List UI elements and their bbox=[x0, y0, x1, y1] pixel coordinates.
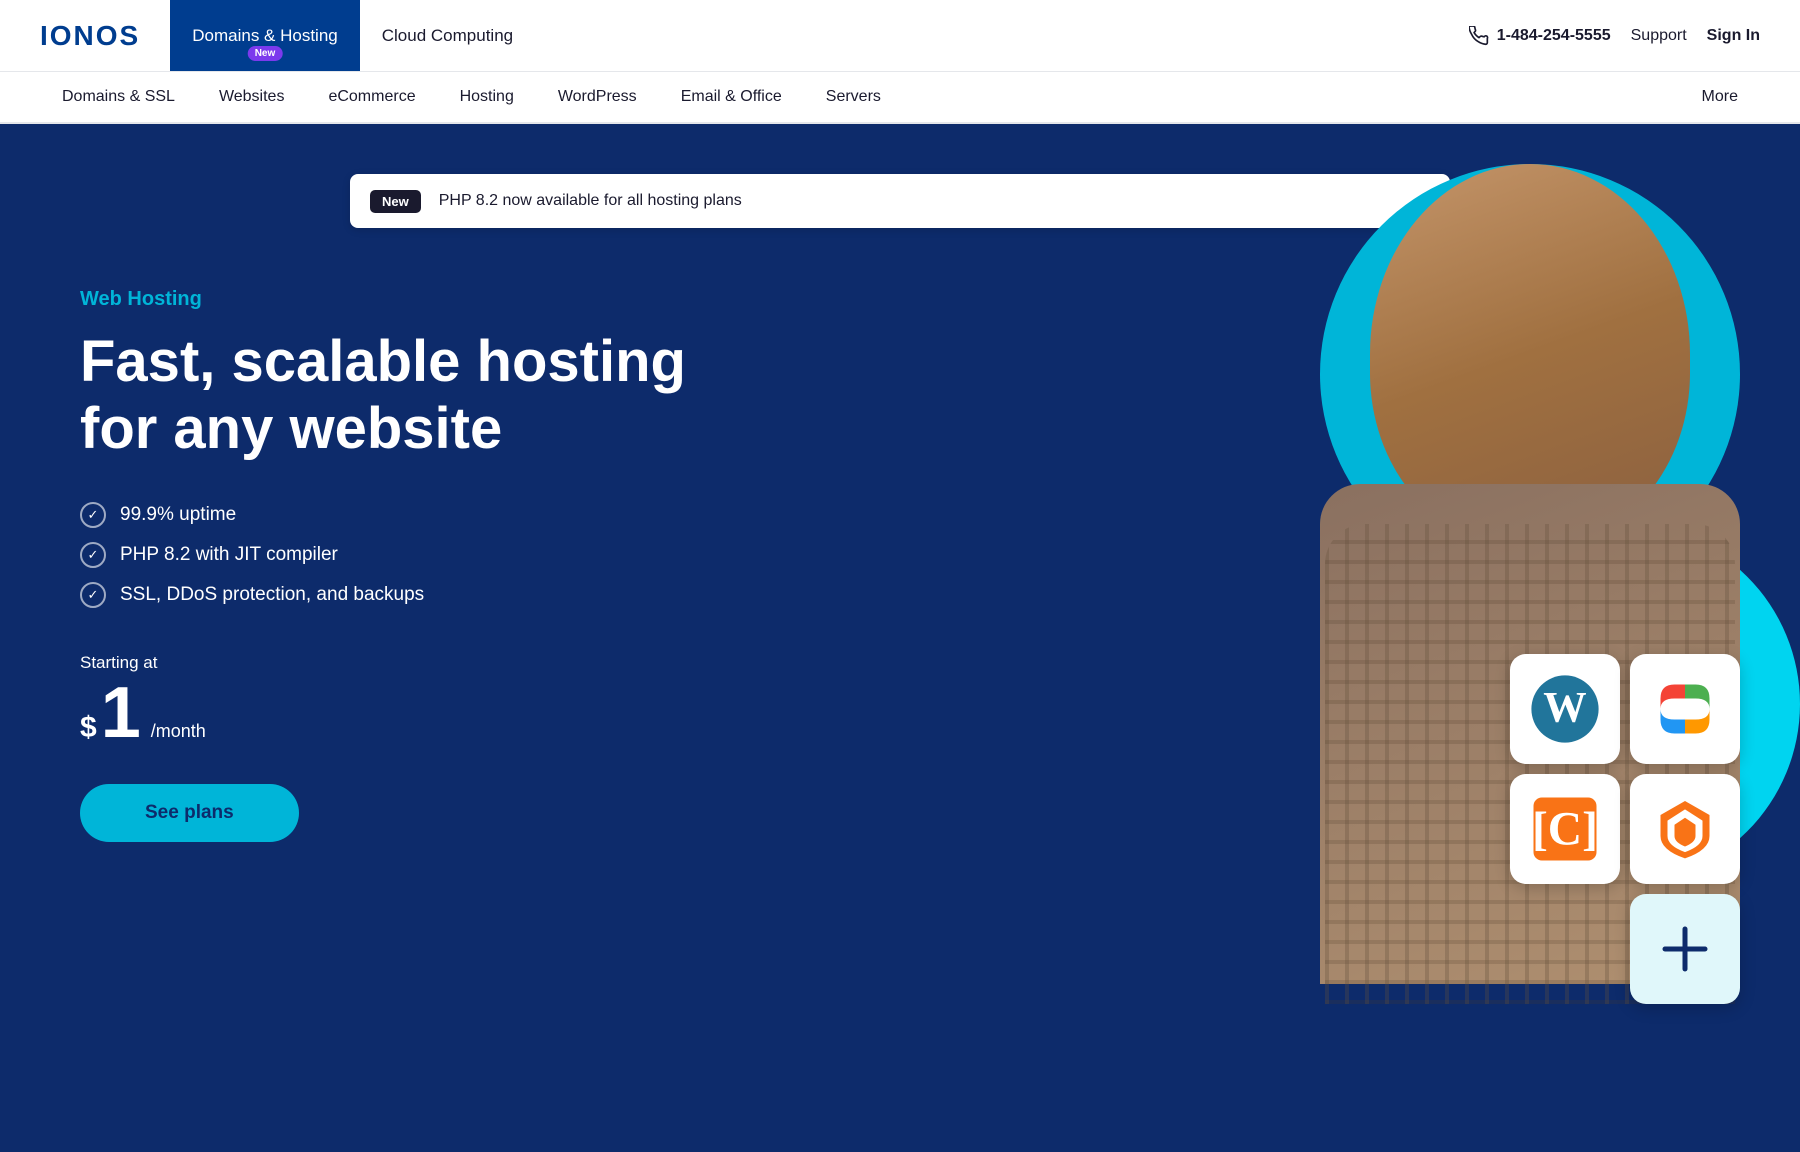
plus-icon-card bbox=[1630, 894, 1740, 1004]
nav-more[interactable]: More bbox=[1680, 72, 1760, 122]
hero-left-content: Web Hosting Fast, scalable hosting for a… bbox=[80, 288, 730, 842]
phone-icon bbox=[1469, 26, 1489, 46]
nav-item-domains-hosting[interactable]: Domains & Hosting New bbox=[170, 0, 360, 71]
typo3-icon-card bbox=[1630, 774, 1740, 884]
nav-item-cloud-computing-label: Cloud Computing bbox=[382, 26, 513, 46]
signin-button[interactable]: Sign In bbox=[1707, 27, 1760, 45]
nav-servers[interactable]: Servers bbox=[804, 72, 903, 122]
joomla-icon bbox=[1650, 674, 1720, 744]
wordpress-icon-card: W bbox=[1510, 654, 1620, 764]
hero-title: Fast, scalable hosting for any website bbox=[80, 329, 730, 462]
price-row: $ 1 /month bbox=[80, 677, 730, 749]
feature-item-ssl: ✓ SSL, DDoS protection, and backups bbox=[80, 582, 730, 608]
plus-icon bbox=[1660, 924, 1710, 974]
feature-text-uptime: 99.9% uptime bbox=[120, 504, 236, 526]
svg-text:[C]: [C] bbox=[1532, 803, 1598, 855]
hero-section: New PHP 8.2 now available for all hostin… bbox=[0, 124, 1800, 1064]
check-icon-ssl: ✓ bbox=[80, 582, 106, 608]
cms-icon-card: [C] bbox=[1510, 774, 1620, 884]
nav-new-badge: New bbox=[248, 46, 283, 61]
feature-list: ✓ 99.9% uptime ✓ PHP 8.2 with JIT compil… bbox=[80, 502, 730, 608]
logo[interactable]: IONOS bbox=[40, 20, 140, 52]
pricing-area: Starting at $ 1 /month bbox=[80, 653, 730, 749]
typo3-icon bbox=[1650, 794, 1720, 864]
nav-email-office[interactable]: Email & Office bbox=[659, 72, 804, 122]
secondary-navigation: Domains & SSL Websites eCommerce Hosting… bbox=[0, 72, 1800, 124]
check-icon-uptime: ✓ bbox=[80, 502, 106, 528]
phone-number: 1-484-254-5555 bbox=[1497, 27, 1611, 45]
feature-item-uptime: ✓ 99.9% uptime bbox=[80, 502, 730, 528]
feature-text-ssl: SSL, DDoS protection, and backups bbox=[120, 584, 424, 606]
check-icon-php: ✓ bbox=[80, 542, 106, 568]
app-icons-container: W [C] bbox=[1510, 654, 1740, 1004]
support-link[interactable]: Support bbox=[1631, 27, 1687, 45]
phone-area[interactable]: 1-484-254-5555 bbox=[1469, 26, 1611, 46]
nav-domains-ssl[interactable]: Domains & SSL bbox=[40, 72, 197, 122]
cms-icon: [C] bbox=[1530, 794, 1600, 864]
top-navigation: IONOS Domains & Hosting New Cloud Comput… bbox=[0, 0, 1800, 72]
nav-ecommerce[interactable]: eCommerce bbox=[306, 72, 437, 122]
announcement-badge: New bbox=[370, 190, 421, 213]
nav-wordpress[interactable]: WordPress bbox=[536, 72, 659, 122]
starting-at-label: Starting at bbox=[80, 653, 730, 673]
top-right-area: 1-484-254-5555 Support Sign In bbox=[1469, 26, 1760, 46]
price-amount: 1 bbox=[101, 677, 141, 749]
nav-item-domains-hosting-label: Domains & Hosting bbox=[192, 26, 338, 46]
svg-text:W: W bbox=[1543, 684, 1586, 732]
joomla-icon-card bbox=[1630, 654, 1740, 764]
price-period: /month bbox=[151, 721, 206, 742]
feature-item-php: ✓ PHP 8.2 with JIT compiler bbox=[80, 542, 730, 568]
nav-websites[interactable]: Websites bbox=[197, 72, 307, 122]
nav-item-cloud-computing[interactable]: Cloud Computing bbox=[360, 0, 535, 71]
see-plans-button[interactable]: See plans bbox=[80, 784, 299, 842]
feature-text-php: PHP 8.2 with JIT compiler bbox=[120, 544, 338, 566]
nav-hosting[interactable]: Hosting bbox=[438, 72, 536, 122]
wordpress-icon: W bbox=[1530, 674, 1600, 744]
hero-subtitle: Web Hosting bbox=[80, 288, 730, 311]
primary-nav: Domains & Hosting New Cloud Computing bbox=[170, 0, 1469, 71]
price-dollar-sign: $ bbox=[80, 711, 97, 745]
